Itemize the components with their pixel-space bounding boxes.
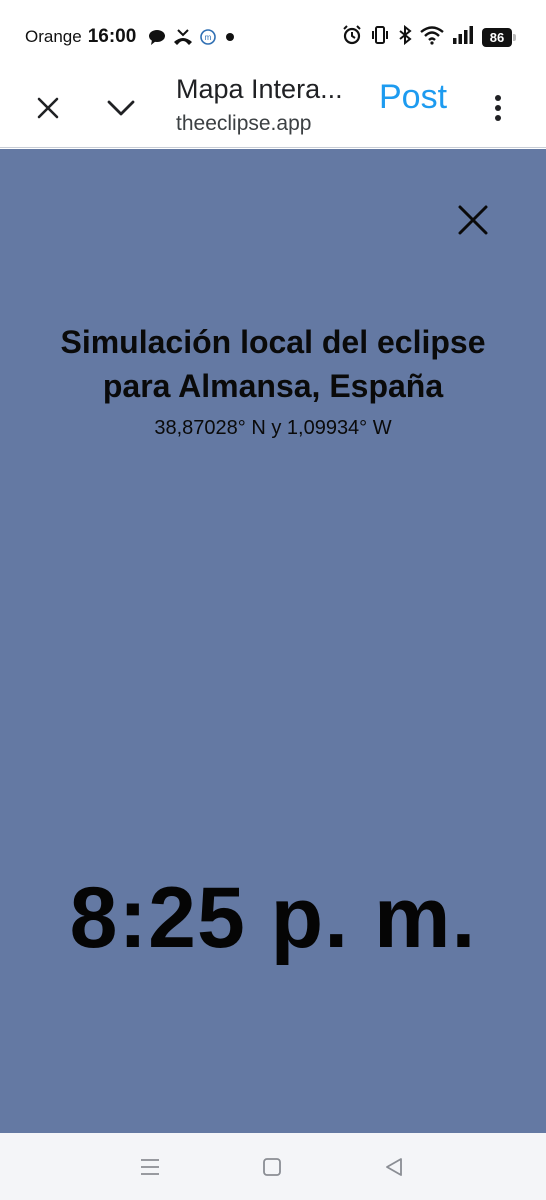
navigation-bar <box>0 1133 546 1200</box>
browser-toolbar: Mapa Intera... theeclipse.app Post <box>0 72 546 148</box>
location-coordinates: 38,87028° N y 1,09934° W <box>154 417 392 439</box>
messenger-app-icon: m <box>200 29 217 45</box>
vibrate-icon <box>370 25 390 50</box>
page-url[interactable]: theeclipse.app <box>176 112 311 136</box>
home-icon[interactable] <box>258 1153 286 1181</box>
wifi-icon <box>420 25 444 50</box>
heading-line-1: Simulación local del eclipse <box>60 324 486 360</box>
missed-call-icon <box>172 28 194 46</box>
simulation-heading: Simulación local del eclipse para Almans… <box>0 320 546 408</box>
chevron-down-icon[interactable] <box>103 90 139 126</box>
menu-icon[interactable] <box>136 1153 164 1181</box>
eclipse-time: 8:25 p. m. <box>69 870 477 966</box>
chat-bubble-icon <box>148 28 166 46</box>
carrier-name: Orange <box>25 27 82 46</box>
status-clock: 16:00 <box>87 26 137 47</box>
svg-text:m: m <box>205 33 212 42</box>
post-button[interactable]: Post <box>379 78 447 117</box>
page-title: Mapa Intera... <box>176 74 343 104</box>
heading-line-2: para Almansa, España <box>102 368 444 404</box>
status-bar: Orange 16:00 m 86 <box>0 0 546 72</box>
more-vert-icon[interactable] <box>480 90 516 126</box>
alarm-icon <box>342 24 362 50</box>
eclipse-crescent <box>166 527 306 745</box>
signal-icon <box>452 25 474 50</box>
back-icon[interactable] <box>380 1153 408 1181</box>
bluetooth-icon <box>398 24 412 50</box>
battery-icon: 86 <box>482 27 516 47</box>
close-icon[interactable] <box>30 90 66 126</box>
notification-dot-icon <box>222 29 238 45</box>
status-left: Orange 16:00 m <box>25 24 238 50</box>
eclipse-simulation-panel: Simulación local del eclipse para Almans… <box>0 149 546 1133</box>
close-icon[interactable] <box>453 200 493 240</box>
status-right: 86 <box>342 24 516 50</box>
